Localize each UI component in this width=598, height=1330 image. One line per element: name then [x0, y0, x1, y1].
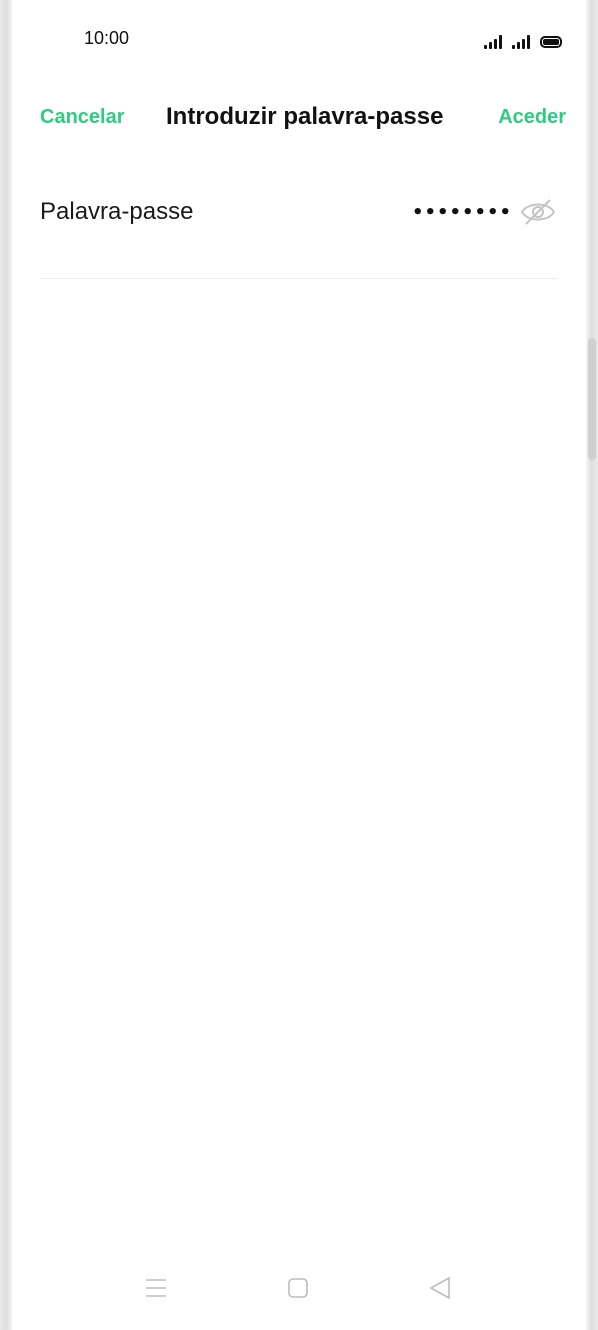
status-time: 10:00 — [84, 28, 130, 48]
cancel-button[interactable]: Cancelar — [40, 106, 125, 129]
eye-off-icon[interactable] — [518, 196, 558, 228]
status-bar: 10:00 — [12, 24, 586, 54]
device-frame-left — [0, 0, 12, 1330]
navigation-bar — [12, 1268, 586, 1308]
menu-icon[interactable] — [136, 1268, 176, 1308]
home-icon[interactable] — [278, 1268, 318, 1308]
status-icons — [484, 29, 562, 49]
password-label: Palavra-passe — [40, 198, 194, 225]
device-side-button — [588, 338, 596, 460]
signal-icon — [512, 35, 530, 49]
phone-device: 10:00 Cancelar Introduzir palavra-passe … — [0, 0, 598, 1330]
password-row: Palavra-passe — [40, 184, 566, 244]
battery-icon — [540, 36, 562, 48]
confirm-button[interactable]: Aceder — [498, 106, 566, 129]
screen: 10:00 Cancelar Introduzir palavra-passe … — [12, 0, 586, 1330]
header: Cancelar Introduzir palavra-passe Aceder — [12, 98, 586, 138]
back-icon[interactable] — [420, 1268, 460, 1308]
signal-icon — [484, 35, 502, 49]
divider — [40, 278, 558, 279]
password-input[interactable] — [372, 196, 512, 228]
device-frame-right — [586, 0, 598, 1330]
page-title: Introduzir palavra-passe — [166, 103, 444, 130]
